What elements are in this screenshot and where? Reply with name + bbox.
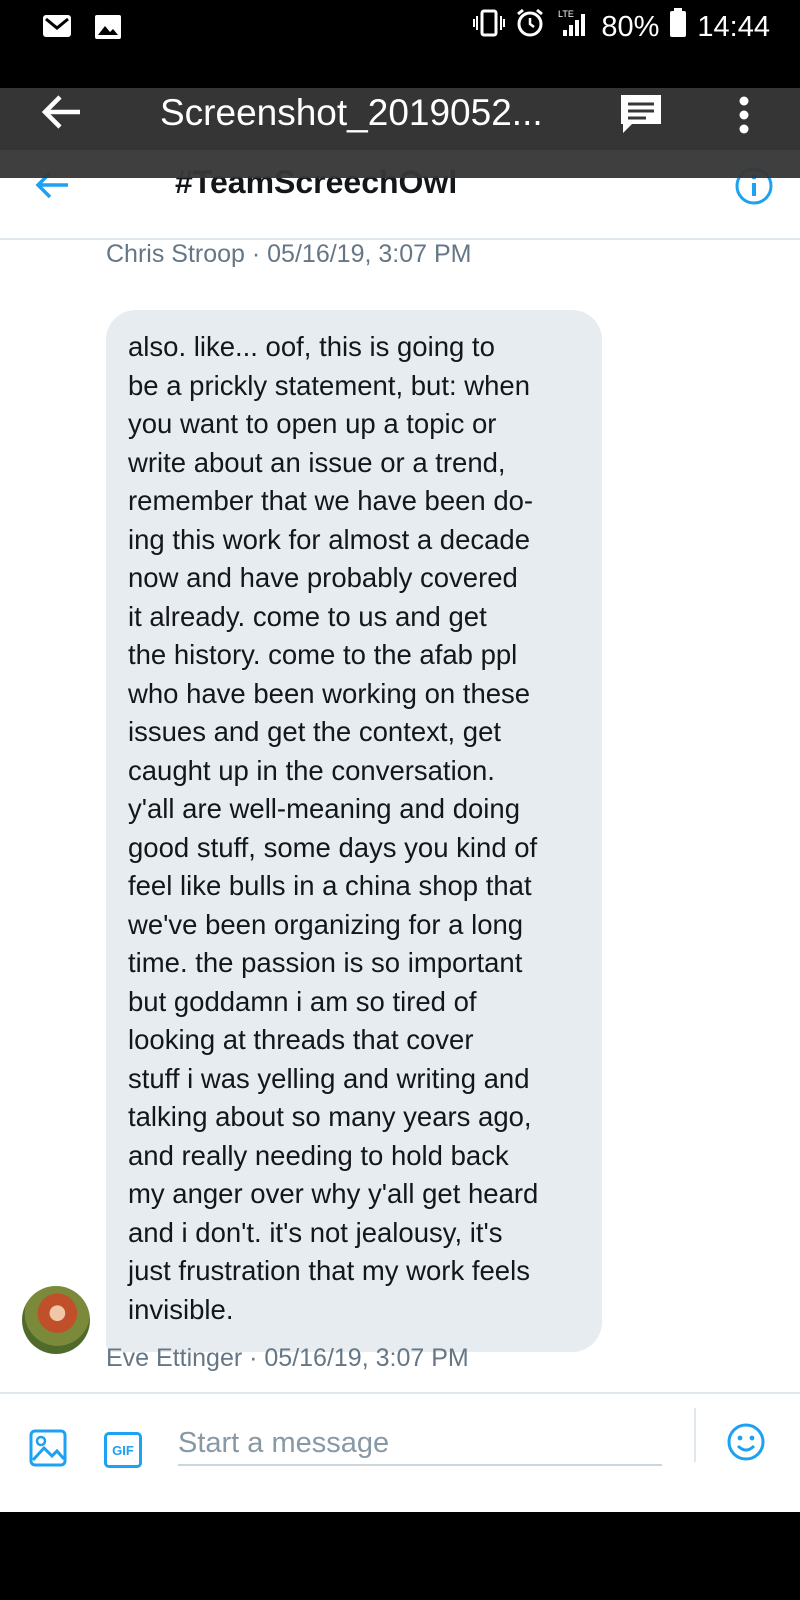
more-options-icon[interactable] bbox=[736, 96, 752, 139]
message-text: also. like... oof, this is going to be a… bbox=[128, 331, 539, 1325]
previous-message-meta: Chris Stroop · 05/16/19, 3:07 PM bbox=[106, 240, 472, 268]
network-label: LTE bbox=[558, 9, 574, 19]
composer: GIF bbox=[0, 1392, 800, 1512]
image-icon bbox=[94, 14, 122, 45]
battery-icon bbox=[669, 8, 687, 46]
dm-conversation: Chris Stroop · 05/16/19, 3:07 PM also. l… bbox=[0, 178, 800, 1512]
battery-percent: 80% bbox=[601, 10, 660, 43]
navigation-bar bbox=[0, 1512, 800, 1600]
message-meta: Eve Ettinger · 05/16/19, 3:07 PM bbox=[106, 1344, 469, 1372]
vibrate-icon bbox=[473, 8, 506, 46]
header-bottom-border bbox=[0, 238, 800, 240]
emoji-icon[interactable] bbox=[726, 1422, 766, 1467]
composer-divider bbox=[0, 1392, 800, 1394]
message-bubble[interactable]: also. like... oof, this is going to be a… bbox=[106, 310, 602, 1352]
clock: 14:44 bbox=[697, 10, 770, 43]
alarm-icon bbox=[515, 8, 545, 46]
gif-button[interactable]: GIF bbox=[104, 1432, 142, 1468]
status-bar: LTE 80% 14:44 bbox=[0, 0, 800, 55]
media-icon[interactable] bbox=[28, 1428, 68, 1473]
gmail-icon bbox=[42, 14, 72, 45]
composer-separator bbox=[694, 1408, 696, 1462]
signal-icon: LTE bbox=[555, 8, 591, 46]
viewer-title: Screenshot_2019052... bbox=[160, 92, 543, 133]
avatar[interactable] bbox=[22, 1286, 90, 1354]
viewer-back-icon[interactable] bbox=[40, 94, 82, 135]
comment-icon[interactable] bbox=[618, 92, 664, 141]
message-input[interactable] bbox=[178, 1422, 662, 1466]
